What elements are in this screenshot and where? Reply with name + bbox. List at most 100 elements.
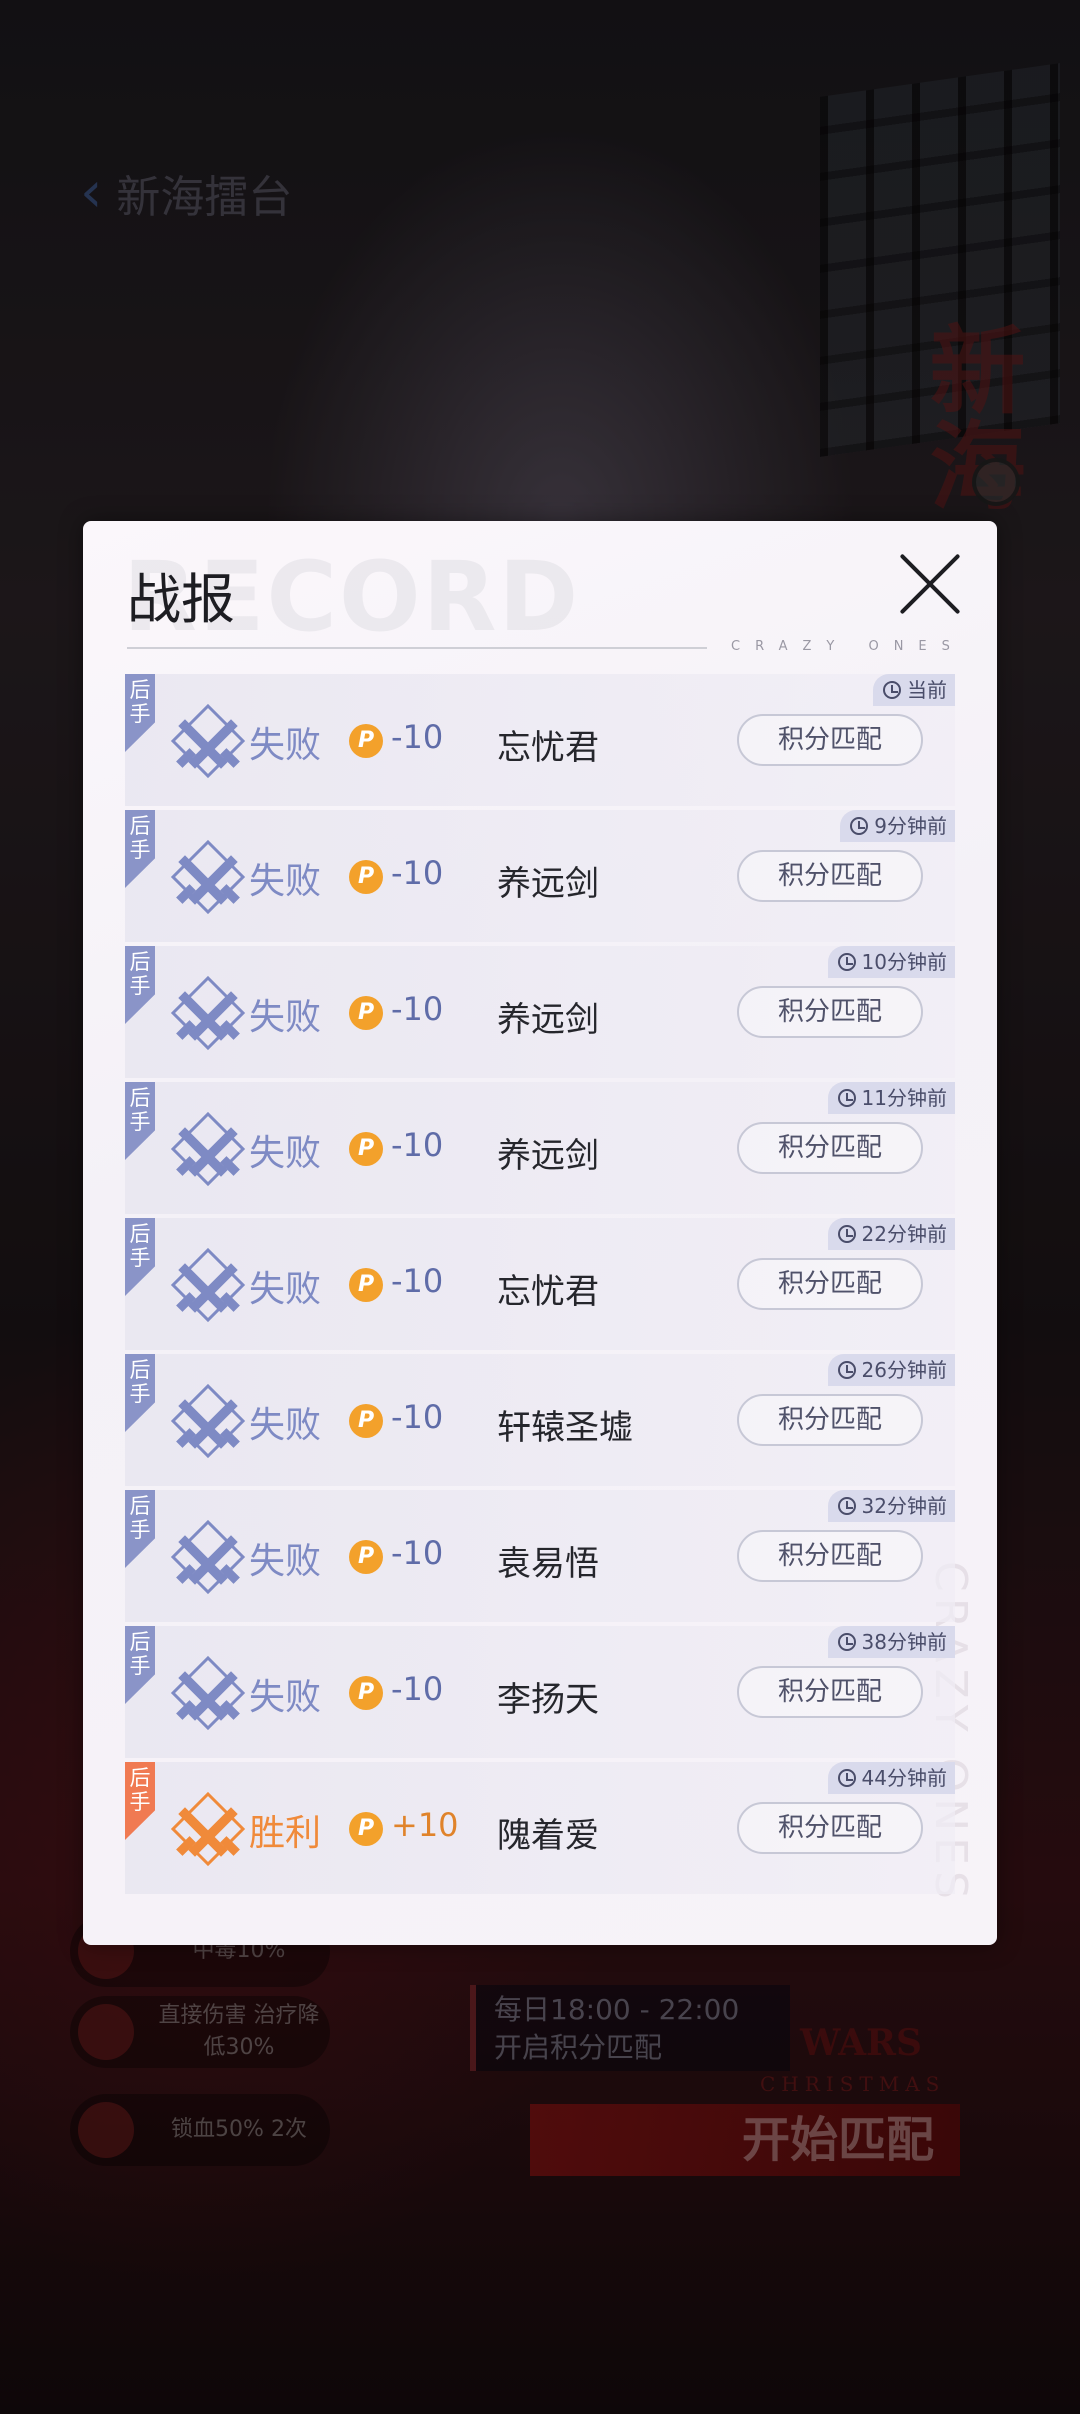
record-row: 后手 11分钟前 失败 P -10 养远剑 积分匹配: [125, 1082, 955, 1214]
time-tag: 44分钟前: [827, 1762, 955, 1794]
points-delta: -10: [391, 854, 444, 892]
turn-order-badge: 后手: [125, 1626, 155, 1704]
points-match-button[interactable]: 积分匹配: [737, 714, 923, 766]
time-label: 26分钟前: [861, 1358, 947, 1382]
record-row: 后手 9分钟前 失败 P -10 养远剑 积分匹配: [125, 810, 955, 942]
time-label: 11分钟前: [861, 1086, 947, 1110]
opponent-name: 养远剑: [497, 864, 599, 904]
turn-order-badge: 后手: [125, 1082, 155, 1160]
crossed-swords-icon: [170, 703, 246, 779]
opponent-name: 袁易悟: [497, 1544, 599, 1584]
time-tag: 9分钟前: [840, 810, 955, 842]
clock-icon: [837, 953, 856, 971]
dialog-title: 战报: [127, 568, 235, 631]
time-label: 44分钟前: [861, 1766, 947, 1790]
record-row: 后手 44分钟前 胜利 P +10 隗着爱 积分匹配: [125, 1762, 955, 1894]
points-delta: -10: [391, 1398, 444, 1436]
time-tag: 26分钟前: [827, 1354, 955, 1386]
result-label: 失败: [249, 861, 322, 902]
result-label: 胜利: [249, 1813, 322, 1854]
record-row: 后手 38分钟前 失败 P -10 李扬天 积分匹配: [125, 1626, 955, 1758]
opponent-name: 李扬天: [497, 1680, 599, 1720]
points-coin-icon: P: [349, 860, 383, 894]
clock-icon: [883, 681, 901, 699]
turn-order-badge: 后手: [125, 1490, 155, 1568]
points-coin-icon: P: [349, 1540, 383, 1574]
time-label: 当前: [907, 678, 947, 702]
points-coin-icon: P: [349, 1676, 383, 1710]
opponent-name: 忘忧君: [497, 728, 599, 768]
time-label: 38分钟前: [861, 1630, 947, 1654]
tagline: CRAZY ONES: [731, 639, 965, 654]
record-row: 后手 26分钟前 失败 P -10 轩辕圣墟 积分匹配: [125, 1354, 955, 1486]
time-tag: 10分钟前: [827, 946, 955, 978]
points-match-button[interactable]: 积分匹配: [737, 850, 923, 902]
time-label: 9分钟前: [874, 814, 947, 838]
record-list: 后手 当前 失败 P -10 忘忧君 积分匹配 后手 9分钟前 失败 P -10…: [125, 674, 955, 1898]
points-match-button[interactable]: 积分匹配: [737, 1530, 923, 1582]
turn-order-badge: 后手: [125, 1218, 155, 1296]
points-delta: -10: [391, 990, 444, 1028]
title-divider: [127, 647, 707, 649]
points-delta: -10: [391, 1262, 444, 1300]
points-delta: -10: [391, 1534, 444, 1572]
result-label: 失败: [249, 1269, 322, 1310]
points-match-button[interactable]: 积分匹配: [737, 1122, 923, 1174]
points-match-button[interactable]: 积分匹配: [737, 986, 923, 1038]
record-row: 后手 22分钟前 失败 P -10 忘忧君 积分匹配: [125, 1218, 955, 1350]
points-coin-icon: P: [349, 996, 383, 1030]
points-match-button[interactable]: 积分匹配: [737, 1258, 923, 1310]
crossed-swords-icon: [170, 1111, 246, 1187]
points-coin-icon: P: [349, 1404, 383, 1438]
opponent-name: 隗着爱: [497, 1816, 599, 1856]
points-coin-icon: P: [349, 1812, 383, 1846]
clock-icon: [837, 1769, 856, 1787]
time-tag: 32分钟前: [827, 1490, 955, 1522]
points-coin-icon: P: [349, 1268, 383, 1302]
turn-order-badge: 后手: [125, 1762, 155, 1840]
turn-order-badge: 后手: [125, 810, 155, 888]
points-delta: -10: [391, 1126, 444, 1164]
result-label: 失败: [249, 1541, 322, 1582]
points-delta: -10: [391, 718, 444, 756]
points-coin-icon: P: [349, 724, 383, 758]
crossed-swords-icon: [170, 839, 246, 915]
opponent-name: 养远剑: [497, 1136, 599, 1176]
record-row: 后手 当前 失败 P -10 忘忧君 积分匹配: [125, 674, 955, 806]
points-coin-icon: P: [349, 1132, 383, 1166]
result-label: 失败: [249, 1677, 322, 1718]
crossed-swords-icon: [170, 1791, 246, 1867]
turn-order-badge: 后手: [125, 946, 155, 1024]
clock-icon: [837, 1361, 856, 1379]
record-row: 后手 10分钟前 失败 P -10 养远剑 积分匹配: [125, 946, 955, 1078]
turn-order-badge: 后手: [125, 1354, 155, 1432]
battle-record-dialog: RECORD CRAZY ONES 战报 CRAZY ONES 后手 当前 失败…: [83, 521, 997, 1945]
clock-icon: [837, 1497, 856, 1515]
result-label: 失败: [249, 725, 322, 766]
points-delta: -10: [391, 1670, 444, 1708]
crossed-swords-icon: [170, 1655, 246, 1731]
result-label: 失败: [249, 1405, 322, 1446]
record-row: 后手 32分钟前 失败 P -10 袁易悟 积分匹配: [125, 1490, 955, 1622]
close-icon[interactable]: [895, 549, 965, 619]
clock-icon: [837, 1633, 856, 1651]
time-tag: 11分钟前: [827, 1082, 955, 1114]
points-match-button[interactable]: 积分匹配: [737, 1394, 923, 1446]
time-tag: 38分钟前: [827, 1626, 955, 1658]
result-label: 失败: [249, 997, 322, 1038]
opponent-name: 养远剑: [497, 1000, 599, 1040]
clock-icon: [850, 817, 869, 835]
clock-icon: [837, 1225, 856, 1243]
crossed-swords-icon: [170, 1383, 246, 1459]
time-tag: 22分钟前: [827, 1218, 955, 1250]
time-label: 32分钟前: [861, 1494, 947, 1518]
points-match-button[interactable]: 积分匹配: [737, 1802, 923, 1854]
points-match-button[interactable]: 积分匹配: [737, 1666, 923, 1718]
time-label: 10分钟前: [861, 950, 947, 974]
points-delta: +10: [391, 1806, 459, 1844]
crossed-swords-icon: [170, 1519, 246, 1595]
time-label: 22分钟前: [861, 1222, 947, 1246]
time-tag: 当前: [873, 674, 955, 706]
crossed-swords-icon: [170, 1247, 246, 1323]
clock-icon: [837, 1089, 856, 1107]
